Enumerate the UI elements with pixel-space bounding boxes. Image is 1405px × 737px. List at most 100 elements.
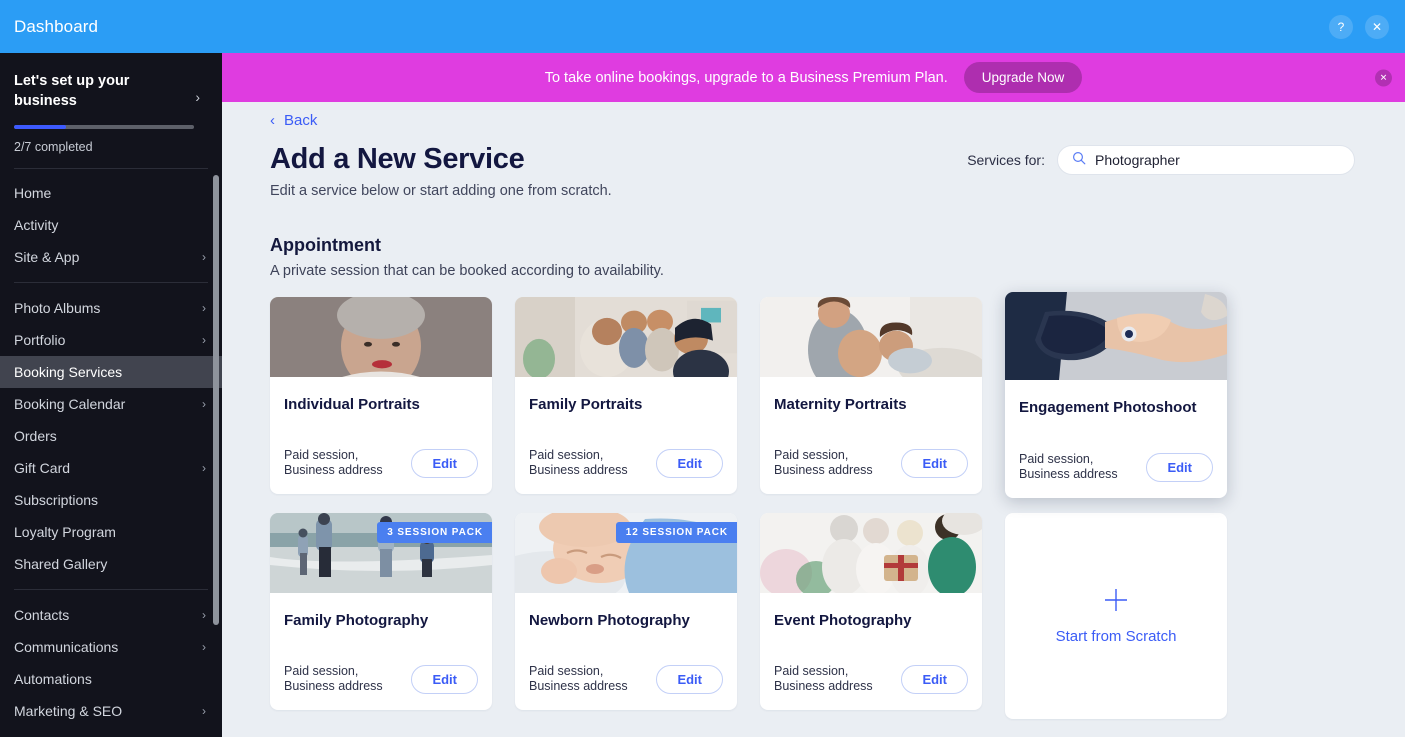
sidebar-item-label: Photo Albums bbox=[14, 300, 101, 316]
service-card[interactable]: Event Photography Paid session, Business a… bbox=[760, 513, 982, 710]
service-card-body: Family Photography bbox=[270, 593, 492, 630]
search-value: Photographer bbox=[1095, 152, 1180, 168]
close-icon[interactable]: ✕ bbox=[1365, 14, 1389, 39]
sidebar-item-label: Booking Calendar bbox=[14, 396, 126, 412]
service-card-meta-line: Business address bbox=[774, 463, 873, 477]
service-card-meta: Paid session, Business address bbox=[284, 664, 383, 694]
sidebar-item-label: Communications bbox=[14, 639, 119, 655]
start-from-scratch-card[interactable]: Start from Scratch bbox=[1005, 513, 1227, 719]
sidebar-item-portfolio[interactable]: Portfolio › bbox=[0, 324, 222, 356]
chevron-left-icon: ‹ bbox=[270, 112, 275, 129]
session-pack-badge: 3 SESSION PACK bbox=[377, 522, 492, 543]
sidebar: Let's set up your business › 2/7 complet… bbox=[0, 53, 222, 737]
service-thumbnail-event-group bbox=[760, 513, 982, 593]
services-for-label: Services for: bbox=[967, 152, 1045, 168]
search-input[interactable]: Photographer bbox=[1057, 145, 1355, 175]
chevron-right-icon: › bbox=[202, 301, 206, 315]
sidebar-item-shared-gallery[interactable]: Shared Gallery bbox=[0, 548, 222, 580]
service-card-footer: Paid session, Business address Edit bbox=[529, 448, 723, 478]
service-card-meta-line: Paid session, bbox=[529, 664, 604, 678]
chevron-right-icon: › bbox=[202, 397, 206, 411]
sidebar-item-label: Site & App bbox=[14, 249, 80, 265]
service-card-meta-line: Paid session, bbox=[284, 448, 359, 462]
service-card[interactable]: 3 SESSION PACK Family Photography Paid ses… bbox=[270, 513, 492, 710]
section-title: Appointment bbox=[270, 235, 381, 255]
service-card-meta: Paid session, Business address bbox=[1019, 452, 1118, 482]
sidebar-item-gift-card[interactable]: Gift Card › bbox=[0, 452, 222, 484]
chevron-right-icon: › bbox=[195, 89, 200, 105]
banner-close-icon[interactable]: ✕ bbox=[1375, 69, 1392, 86]
sidebar-item-home[interactable]: Home bbox=[0, 177, 222, 209]
sidebar-group-spacer bbox=[0, 580, 222, 589]
sidebar-item-label: Booking Services bbox=[14, 364, 123, 380]
top-bar-actions: ? ✕ bbox=[1329, 14, 1389, 39]
edit-service-button[interactable]: Edit bbox=[901, 448, 968, 478]
service-card-body: Family Portraits bbox=[515, 377, 737, 414]
service-card-body: Engagement Photoshoot bbox=[1005, 380, 1227, 417]
sidebar-item-loyalty-program[interactable]: Loyalty Program bbox=[0, 516, 222, 548]
sidebar-item-label: Marketing & SEO bbox=[14, 703, 123, 719]
upgrade-now-button[interactable]: Upgrade Now bbox=[963, 62, 1083, 93]
sidebar-item-label: Shared Gallery bbox=[14, 556, 108, 572]
sidebar-item-site-app[interactable]: Site & App › bbox=[0, 241, 222, 273]
sidebar-item-photo-albums[interactable]: Photo Albums › bbox=[0, 292, 222, 324]
sidebar-item-automations[interactable]: Automations bbox=[0, 663, 222, 695]
service-card-footer: Paid session, Business address Edit bbox=[774, 448, 968, 478]
services-for-group: Services for: Photographer bbox=[967, 145, 1355, 175]
setup-title: Let's set up your business bbox=[14, 73, 130, 109]
service-card-meta-line: Business address bbox=[529, 463, 628, 477]
service-card-title: Individual Portraits bbox=[284, 396, 420, 413]
edit-service-button[interactable]: Edit bbox=[411, 448, 478, 478]
sidebar-item-booking-services[interactable]: Booking Services bbox=[0, 356, 222, 388]
sidebar-item-subscriptions[interactable]: Subscriptions bbox=[0, 484, 222, 516]
service-card[interactable]: Individual Portraits Paid session, Busines… bbox=[270, 297, 492, 494]
help-icon[interactable]: ? bbox=[1329, 14, 1353, 39]
setup-progress-panel[interactable]: Let's set up your business › 2/7 complet… bbox=[0, 53, 222, 168]
service-card-footer: Paid session, Business address Edit bbox=[284, 448, 478, 478]
service-card[interactable]: Maternity Portraits Paid session, Business… bbox=[760, 297, 982, 494]
service-card-body: Individual Portraits bbox=[270, 377, 492, 414]
service-cards-grid: Individual Portraits Paid session, Busines… bbox=[222, 279, 1405, 719]
service-card-title: Event Photography bbox=[774, 612, 912, 629]
edit-service-button[interactable]: Edit bbox=[411, 664, 478, 694]
sidebar-item-communications[interactable]: Communications › bbox=[0, 631, 222, 663]
service-card-meta: Paid session, Business address bbox=[529, 664, 628, 694]
sidebar-scrollbar[interactable] bbox=[213, 175, 219, 625]
section-description: A private session that can be booked acc… bbox=[270, 263, 664, 279]
search-icon bbox=[1072, 151, 1086, 170]
sidebar-item-booking-calendar[interactable]: Booking Calendar › bbox=[0, 388, 222, 420]
edit-service-button[interactable]: Edit bbox=[1146, 452, 1213, 482]
service-card-meta: Paid session, Business address bbox=[529, 448, 628, 478]
sidebar-item-activity[interactable]: Activity bbox=[0, 209, 222, 241]
edit-service-button[interactable]: Edit bbox=[656, 448, 723, 478]
service-thumbnail-engagement-hands bbox=[1005, 292, 1227, 380]
service-card-meta: Paid session, Business address bbox=[774, 664, 873, 694]
chevron-right-icon: › bbox=[202, 250, 206, 264]
service-card[interactable]: Engagement Photoshoot Paid session, Busine… bbox=[1005, 292, 1227, 498]
service-card[interactable]: Family Portraits Paid session, Business ad… bbox=[515, 297, 737, 494]
sidebar-item-contacts[interactable]: Contacts › bbox=[0, 599, 222, 631]
service-card-footer: Paid session, Business address Edit bbox=[284, 664, 478, 694]
service-card-body: Event Photography bbox=[760, 593, 982, 630]
service-card-meta-line: Business address bbox=[1019, 467, 1118, 481]
sidebar-item-label: Loyalty Program bbox=[14, 524, 116, 540]
sidebar-nav: Home Activity Site & App › Photo Albums › Port… bbox=[0, 169, 222, 727]
service-thumbnail-maternity-couple bbox=[760, 297, 982, 377]
edit-service-button[interactable]: Edit bbox=[901, 664, 968, 694]
service-card-meta-line: Business address bbox=[284, 679, 383, 693]
app-title: Dashboard bbox=[14, 16, 99, 36]
sidebar-item-marketing-seo[interactable]: Marketing & SEO › bbox=[0, 695, 222, 727]
sidebar-group-spacer bbox=[0, 590, 222, 599]
main-content: ‹ Back Add a New Service Edit a service … bbox=[222, 102, 1405, 737]
sidebar-item-orders[interactable]: Orders bbox=[0, 420, 222, 452]
service-thumbnail-newborn-baby: 12 SESSION PACK bbox=[515, 513, 737, 593]
sidebar-item-label: Activity bbox=[14, 217, 59, 233]
back-link[interactable]: ‹ Back bbox=[222, 102, 332, 129]
sidebar-item-label: Subscriptions bbox=[14, 492, 99, 508]
sidebar-item-label: Portfolio bbox=[14, 332, 66, 348]
service-card[interactable]: 12 SESSION PACK Newborn Photography Paid s… bbox=[515, 513, 737, 710]
edit-service-button[interactable]: Edit bbox=[656, 664, 723, 694]
chevron-right-icon: › bbox=[202, 461, 206, 475]
plus-icon bbox=[1103, 587, 1129, 618]
service-card-title: Engagement Photoshoot bbox=[1019, 399, 1197, 416]
